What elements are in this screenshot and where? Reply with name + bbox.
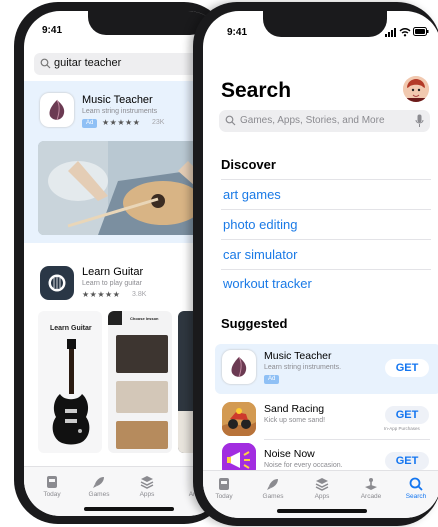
signal-icon <box>385 28 396 37</box>
joystick-icon <box>365 478 377 490</box>
microphone-icon[interactable] <box>415 114 424 128</box>
back-search-value: guitar teacher <box>54 57 122 69</box>
today-icon <box>219 478 229 490</box>
front-phone: 9:41 Search Games, Apps, Stories, and Mo… <box>193 2 438 526</box>
tab-arcade[interactable]: Arcade <box>353 477 389 500</box>
suggested-heading: Suggested <box>221 316 288 331</box>
ad-badge: Ad <box>264 375 280 384</box>
back-notch <box>88 11 208 35</box>
discover-item-workout-tracker[interactable]: workout tracker <box>223 276 312 291</box>
suggested-app-subtitle: Noise for every occasion. <box>264 462 343 469</box>
search-icon <box>409 477 423 491</box>
search-placeholder: Games, Apps, Stories, and More <box>240 115 385 126</box>
in-app-purchases-note: In-App Purchases <box>384 426 420 431</box>
second-app-name[interactable]: Learn Guitar <box>82 266 143 278</box>
apps-stack-icon <box>140 476 154 489</box>
discover-heading: Discover <box>221 157 276 172</box>
apps-stack-icon <box>315 478 329 491</box>
featured-app-name: Music Teacher <box>82 94 153 106</box>
tab-label: Apps <box>314 493 330 500</box>
back-tab-apps[interactable]: Apps <box>132 475 162 498</box>
shot2-title: Choose lesson <box>130 316 159 321</box>
featured-rating-count: 23K <box>152 119 165 126</box>
ad-badge: Ad <box>82 119 98 128</box>
back-home-indicator <box>84 507 174 511</box>
front-notch <box>263 11 387 37</box>
tab-apps[interactable]: Apps <box>305 477 339 500</box>
featured-app-subtitle: Learn string instruments <box>82 108 158 115</box>
account-avatar[interactable] <box>403 76 429 102</box>
suggested-app-name: Music Teacher <box>264 350 332 362</box>
second-rating-count: 3.8K <box>132 291 147 298</box>
sand-racing-icon <box>222 402 256 436</box>
tab-games[interactable]: Games <box>256 477 290 500</box>
front-phone-screen: 9:41 Search Games, Apps, Stories, and Mo… <box>203 11 438 518</box>
suggested-app-name[interactable]: Sand Racing <box>264 403 324 415</box>
suggested-row-music-teacher[interactable]: Music Teacher Learn string instruments. … <box>215 344 438 394</box>
page-title: Search <box>221 79 292 102</box>
discover-item-art-games[interactable]: art games <box>223 187 281 202</box>
search-field[interactable]: Games, Apps, Stories, and More <box>219 110 430 132</box>
back-tab-today[interactable]: Today <box>36 475 68 498</box>
get-button[interactable]: GET <box>385 406 429 424</box>
tab-label: Today <box>215 493 233 500</box>
back-tab-games[interactable]: Games <box>82 475 116 498</box>
discover-item-photo-editing[interactable]: photo editing <box>223 217 297 232</box>
today-icon <box>47 476 57 488</box>
electric-guitar-image <box>52 339 90 445</box>
search-icon <box>40 58 51 69</box>
discover-item-car-simulator[interactable]: car simulator <box>223 247 297 262</box>
tab-label: Games <box>262 493 284 500</box>
battery-icon <box>413 27 429 36</box>
shot1-title: Learn Guitar <box>50 325 92 332</box>
second-rating-stars: ★★★★★ <box>82 290 121 299</box>
screenshot-learn-guitar: Learn Guitar <box>38 311 102 453</box>
featured-rating-stars: ★★★★★ <box>102 118 141 127</box>
back-tab-label: Apps <box>139 491 155 498</box>
tab-today[interactable]: Today <box>207 477 241 500</box>
search-icon <box>225 115 236 126</box>
rocket-icon <box>267 479 278 490</box>
tab-label: Arcade <box>360 493 382 500</box>
back-status-time: 9:41 <box>42 25 63 36</box>
back-tab-label: Today <box>43 491 61 498</box>
get-button[interactable]: GET <box>385 359 429 377</box>
front-tab-bar: Today Games Apps Arcade Search <box>203 470 438 518</box>
second-app-subtitle: Learn to play guitar <box>82 280 142 287</box>
sand-racing-app-icon <box>222 402 256 436</box>
tab-search[interactable]: Search <box>399 477 433 500</box>
suggested-app-subtitle: Learn string instruments. <box>264 364 342 371</box>
wifi-icon <box>399 28 411 37</box>
front-home-indicator <box>277 509 367 513</box>
music-teacher-app-icon <box>222 350 256 384</box>
screenshot-choose-lesson: Choose lesson <box>108 311 172 453</box>
front-status-time: 9:41 <box>227 27 248 38</box>
suggested-app-subtitle: Kick up some sand! <box>264 417 326 424</box>
suggested-app-name[interactable]: Noise Now <box>264 448 315 460</box>
rocket-icon <box>93 477 104 488</box>
avatar-memoji-icon <box>403 76 429 102</box>
music-teacher-app-icon <box>40 93 74 127</box>
learn-guitar-app-icon <box>40 266 74 300</box>
tab-label: Search <box>405 493 427 500</box>
back-tab-label: Games <box>88 491 110 498</box>
get-button[interactable]: GET <box>385 452 429 470</box>
